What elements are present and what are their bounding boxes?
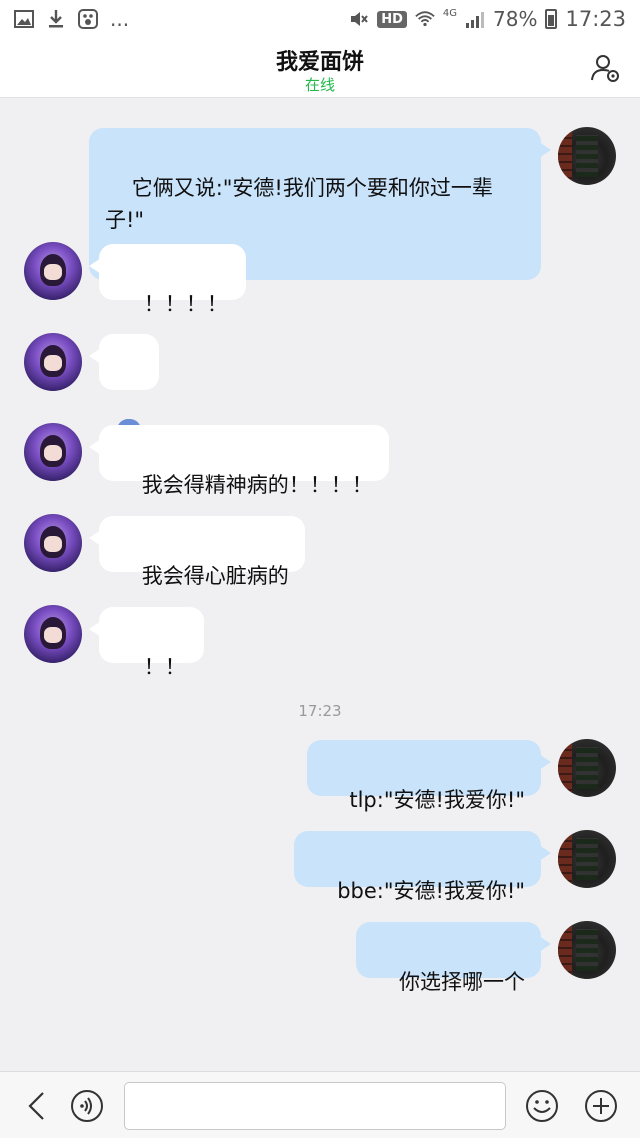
signal-icon	[465, 9, 485, 29]
back-button[interactable]	[20, 1089, 54, 1123]
message-text: ！！！！	[143, 292, 228, 316]
message-text: ！！	[143, 655, 186, 679]
message-input[interactable]	[124, 1082, 506, 1130]
message-bubble-outgoing[interactable]: 你选择哪一个	[356, 922, 551, 994]
contact-avatar[interactable]	[24, 333, 82, 391]
input-bar	[0, 1071, 640, 1138]
chat-screen: ... HD 4G 78% 17:23 我爱面饼 在线 它俩又说:"安德!我们两…	[0, 0, 640, 1138]
message-timestamp: 17:23	[298, 702, 342, 720]
message-text: tlp:"安德!我爱你!"	[349, 788, 525, 812]
message-text: 它俩又说:"安德!我们两个要和你过一辈 子!"	[105, 176, 493, 232]
message-text: 我会得心脏病的	[141, 564, 289, 588]
profile-settings-button[interactable]	[590, 52, 622, 84]
chat-header: 我爱面饼 在线	[0, 38, 640, 98]
emoji-button[interactable]	[525, 1089, 559, 1123]
message-bubble-incoming[interactable]: ！！	[89, 607, 204, 679]
clock: 17:23	[565, 7, 626, 31]
network-type: 4G	[442, 7, 458, 19]
message-bubble-incoming[interactable]: 我会得精神病的！！！！	[89, 425, 389, 497]
status-bar: ... HD 4G 78% 17:23	[0, 0, 640, 38]
my-avatar[interactable]	[558, 830, 616, 888]
more-indicator: ...	[110, 7, 130, 31]
voice-icon	[71, 1090, 103, 1122]
my-avatar[interactable]	[558, 921, 616, 979]
contact-name: 我爱面饼	[275, 50, 364, 75]
hd-badge: HD	[377, 10, 407, 28]
plus-button[interactable]	[584, 1089, 618, 1123]
my-avatar[interactable]	[558, 739, 616, 797]
message-text: 你选择哪一个	[399, 970, 525, 994]
paw-icon	[78, 9, 98, 29]
contact-avatar[interactable]	[24, 423, 82, 481]
wifi-icon	[415, 9, 435, 29]
message-bubble-incoming[interactable]	[89, 334, 159, 443]
online-status: 在线	[304, 76, 335, 94]
message-text: 我会得精神病的！！！！	[141, 473, 373, 497]
message-text: bbe:"安德!我爱你!"	[337, 879, 525, 903]
profile-gear-icon	[591, 55, 619, 82]
message-bubble-outgoing[interactable]: tlp:"安德!我爱你!"	[306, 740, 552, 812]
back-icon	[28, 1092, 44, 1120]
battery-icon	[545, 9, 558, 29]
message-bubble-incoming[interactable]: ！！！！	[89, 244, 246, 316]
download-icon	[46, 9, 66, 29]
contact-avatar[interactable]	[24, 605, 82, 663]
battery-percent: 78%	[493, 7, 538, 31]
message-bubble-incoming[interactable]: 我会得心脏病的	[89, 516, 305, 588]
plus-icon	[585, 1090, 617, 1122]
voice-button[interactable]	[70, 1089, 104, 1123]
contact-avatar[interactable]	[24, 242, 82, 300]
my-avatar[interactable]	[558, 127, 616, 185]
mute-icon	[349, 9, 369, 29]
contact-avatar[interactable]	[24, 514, 82, 572]
message-bubble-outgoing[interactable]: bbe:"安德!我爱你!"	[294, 831, 551, 903]
emoji-icon	[526, 1090, 558, 1122]
image-icon	[14, 9, 34, 29]
